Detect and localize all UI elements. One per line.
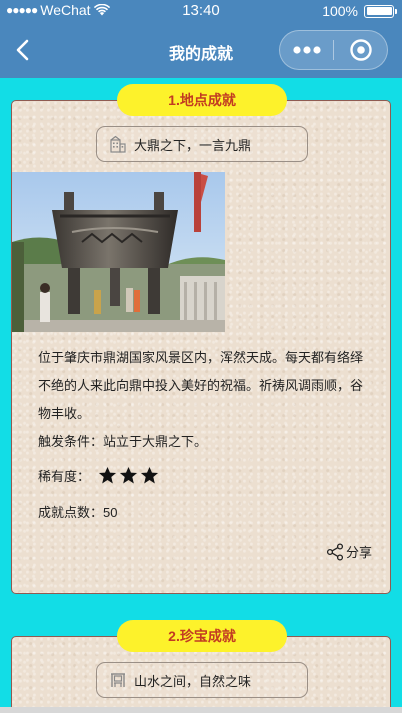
bench-icon (111, 673, 125, 687)
share-button[interactable]: 分享 (326, 542, 372, 561)
mini-program-capsule (279, 30, 388, 70)
battery-icon (364, 4, 397, 18)
close-mini-program-button[interactable] (334, 31, 387, 69)
rarity-label: 稀有度： (38, 469, 91, 484)
achievement-photo (12, 172, 225, 332)
battery-indicator: 100% (322, 3, 397, 19)
subtitle-text: 大鼎之下，一言九鼎 (134, 137, 252, 153)
achievement-trigger: 触发条件：站立于大鼎之下。 (38, 434, 208, 449)
achievement-subtitle: 大鼎之下，一言九鼎 (96, 126, 308, 162)
achievement-tag: 1.地点成就 (117, 84, 287, 116)
star-icon (140, 466, 159, 484)
rarity-stars (98, 466, 159, 485)
achievement-rarity: 稀有度： (38, 466, 159, 485)
share-label: 分享 (345, 545, 372, 560)
ellipsis-icon (292, 46, 321, 54)
achievement-points: 成就点数：50 (38, 505, 118, 520)
star-icon (98, 466, 117, 484)
subtitle-text: 山水之间，自然之味 (134, 673, 252, 689)
bottom-edge (0, 707, 402, 713)
navigation-bar: 我的成就 (0, 22, 402, 78)
more-button[interactable] (280, 31, 333, 69)
achievement-description: 位于肇庆市鼎湖国家风景区内，浑然天成。每天都有络绎不绝的人来此向鼎中投入美好的祝… (38, 350, 364, 421)
achievement-card: 1.地点成就 大鼎之下，一言九鼎 位于肇庆市鼎湖国家风景区内，浑然天成。每天都有… (11, 84, 391, 594)
status-bar: ●●●●● WeChat 13:40 100% (0, 0, 402, 22)
star-icon (119, 466, 138, 484)
achievement-subtitle: 山水之间，自然之味 (96, 662, 308, 698)
achievement-card: 2.珍宝成就 山水之间，自然之味 (11, 620, 391, 713)
achievement-tag: 2.珍宝成就 (117, 620, 287, 652)
building-icon (110, 135, 126, 153)
target-icon (349, 39, 372, 61)
share-icon (326, 542, 344, 561)
battery-percent: 100% (322, 3, 358, 19)
